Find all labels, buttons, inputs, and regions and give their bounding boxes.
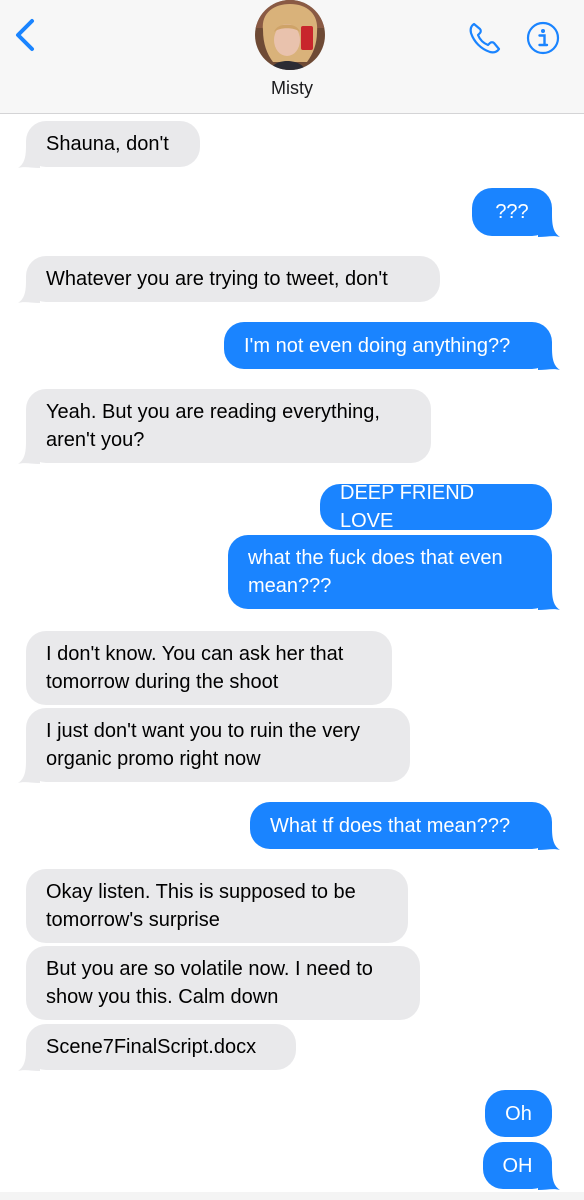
bubble-tail-icon [18,442,40,464]
message-text: Scene7FinalScript.docx [46,1036,257,1058]
bubble-tail-icon [538,1168,560,1190]
message-text: Okay listen. This is supposed to be tomo… [46,881,356,931]
message-text: Shauna, don't [46,133,169,155]
message-bubble-sent[interactable]: What tf does that mean??? [250,802,560,850]
avatar-photo [255,0,325,70]
message-text: Yeah. But you are reading everything, ar… [46,401,380,451]
message-bubble-received[interactable]: Scene7FinalScript.docx [18,1024,296,1071]
message-bubble-sent[interactable]: DEEP FRIEND LOVE [320,482,552,532]
conversation-header: Misty [0,0,584,114]
message-text: I don't know. You can ask her that tomor… [46,643,344,693]
bubble-tail-icon [538,215,560,237]
bottom-bar [0,1192,584,1200]
message-bubble-received[interactable]: Whatever you are trying to tweet, don't [18,256,440,303]
message-bubble-sent[interactable]: I'm not even doing anything?? [224,322,560,370]
message-bubble-received[interactable]: I just don't want you to ruin the very o… [18,708,410,783]
call-button[interactable] [467,20,503,56]
contact-name[interactable]: Misty [0,78,584,99]
chevron-left-icon [16,19,34,51]
conversation-screen: Shauna, don't ??? Whatever you are tryin… [0,0,584,1200]
bubble-tail-icon [18,761,40,783]
message-bubble-received[interactable]: Okay listen. This is supposed to be tomo… [26,869,408,943]
message-text: DEEP FRIEND LOVE [340,482,475,532]
contact-avatar[interactable] [255,0,325,70]
message-text: ??? [495,201,529,223]
message-bubble-received[interactable]: Yeah. But you are reading everything, ar… [18,389,431,464]
back-button[interactable] [10,18,42,52]
bubble-tail-icon [18,281,40,303]
message-bubble-sent[interactable]: what the fuck does that even mean??? [228,535,560,610]
bubble-tail-icon [538,348,560,370]
bubble-tail-icon [18,146,40,168]
message-bubble-received[interactable]: Shauna, don't [18,121,200,168]
message-text: I'm not even doing anything?? [244,334,511,357]
message-text: I just don't want you to ruin the very o… [46,720,360,770]
info-button[interactable] [526,21,560,55]
info-icon [526,21,560,55]
message-bubble-received[interactable]: But you are so volatile now. I need to s… [26,946,420,1020]
message-text: But you are so volatile now. I need to s… [46,958,373,1008]
message-bubble-received[interactable]: I don't know. You can ask her that tomor… [26,631,392,705]
bubble-tail-icon [538,588,560,610]
message-bubble-sent[interactable]: Oh [485,1090,552,1137]
message-text: OH [502,1154,533,1177]
message-text: what the fuck does that even mean??? [248,547,503,597]
bubble-tail-icon [18,1049,40,1071]
message-text: What tf does that mean??? [270,814,511,837]
message-text: Oh [505,1102,532,1125]
bubble-tail-icon [538,828,560,850]
phone-icon [469,22,501,54]
message-bubble-sent[interactable]: OH [483,1142,560,1190]
message-text: Whatever you are trying to tweet, don't [46,268,388,290]
message-bubble-sent[interactable]: ??? [472,188,560,237]
